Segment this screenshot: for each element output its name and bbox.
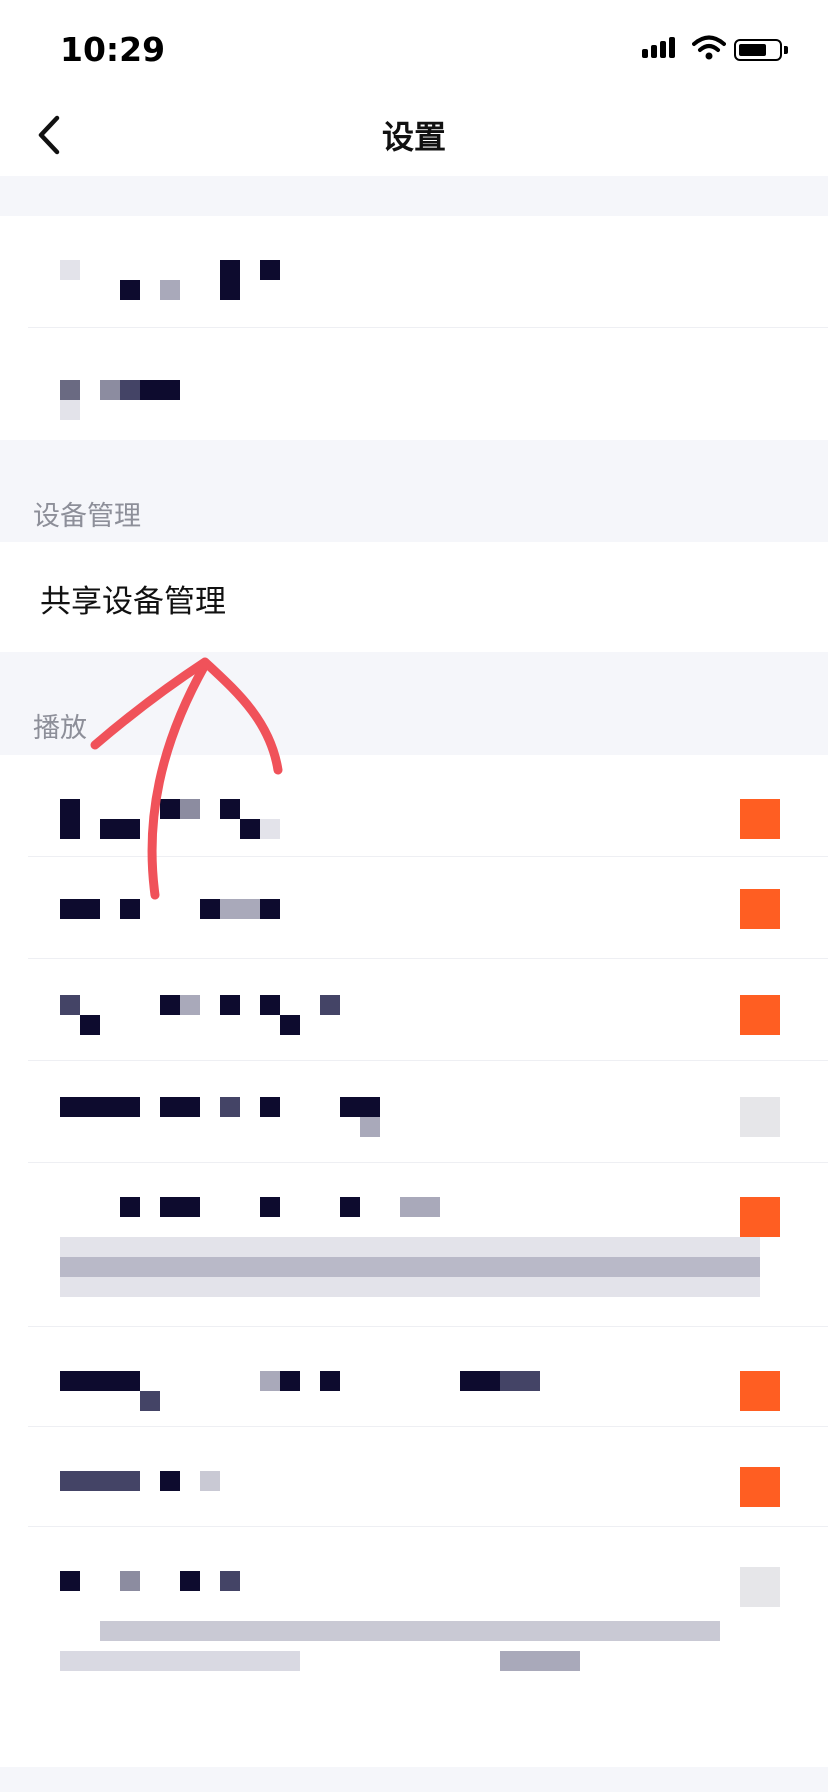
toggle-switch[interactable] <box>740 1467 780 1507</box>
redacted-row-1[interactable] <box>0 216 828 328</box>
page-title: 设置 <box>381 118 446 156</box>
redacted-row-2[interactable] <box>0 328 828 440</box>
toggle-switch[interactable] <box>740 1097 780 1137</box>
account-card <box>0 216 828 440</box>
shared-device-management-row[interactable]: 共享设备管理 <box>0 542 828 652</box>
redacted-playback-row-8[interactable] <box>0 1527 828 1767</box>
toggle-switch[interactable] <box>740 1197 780 1237</box>
redacted-playback-row-1[interactable] <box>0 755 828 857</box>
device-management-card: 共享设备管理 <box>0 542 828 652</box>
toggle-switch[interactable] <box>740 889 780 929</box>
redacted-playback-row-3[interactable] <box>0 959 828 1061</box>
playback-card <box>0 755 828 1767</box>
battery-tip <box>784 46 788 54</box>
battery-icon <box>734 39 782 61</box>
redacted-playback-row-2[interactable] <box>0 857 828 959</box>
shared-device-management-label: 共享设备管理 <box>40 584 226 620</box>
navigation-bar: 设置 <box>0 96 828 176</box>
redacted-playback-row-6[interactable] <box>0 1327 828 1427</box>
status-icons <box>642 34 792 62</box>
redacted-playback-row-4[interactable] <box>0 1061 828 1163</box>
section-header-playback: 播放 <box>33 713 87 744</box>
section-header-device-management: 设备管理 <box>33 501 141 532</box>
toggle-switch[interactable] <box>740 995 780 1035</box>
toggle-switch[interactable] <box>740 1371 780 1411</box>
redacted-playback-row-7[interactable] <box>0 1427 828 1527</box>
wifi-icon <box>692 35 726 60</box>
status-bar: 10:29 <box>0 0 828 96</box>
toggle-switch[interactable] <box>740 1567 780 1607</box>
toggle-switch[interactable] <box>740 799 780 839</box>
redacted-playback-row-5[interactable] <box>0 1163 828 1327</box>
status-time: 10:29 <box>60 30 166 69</box>
